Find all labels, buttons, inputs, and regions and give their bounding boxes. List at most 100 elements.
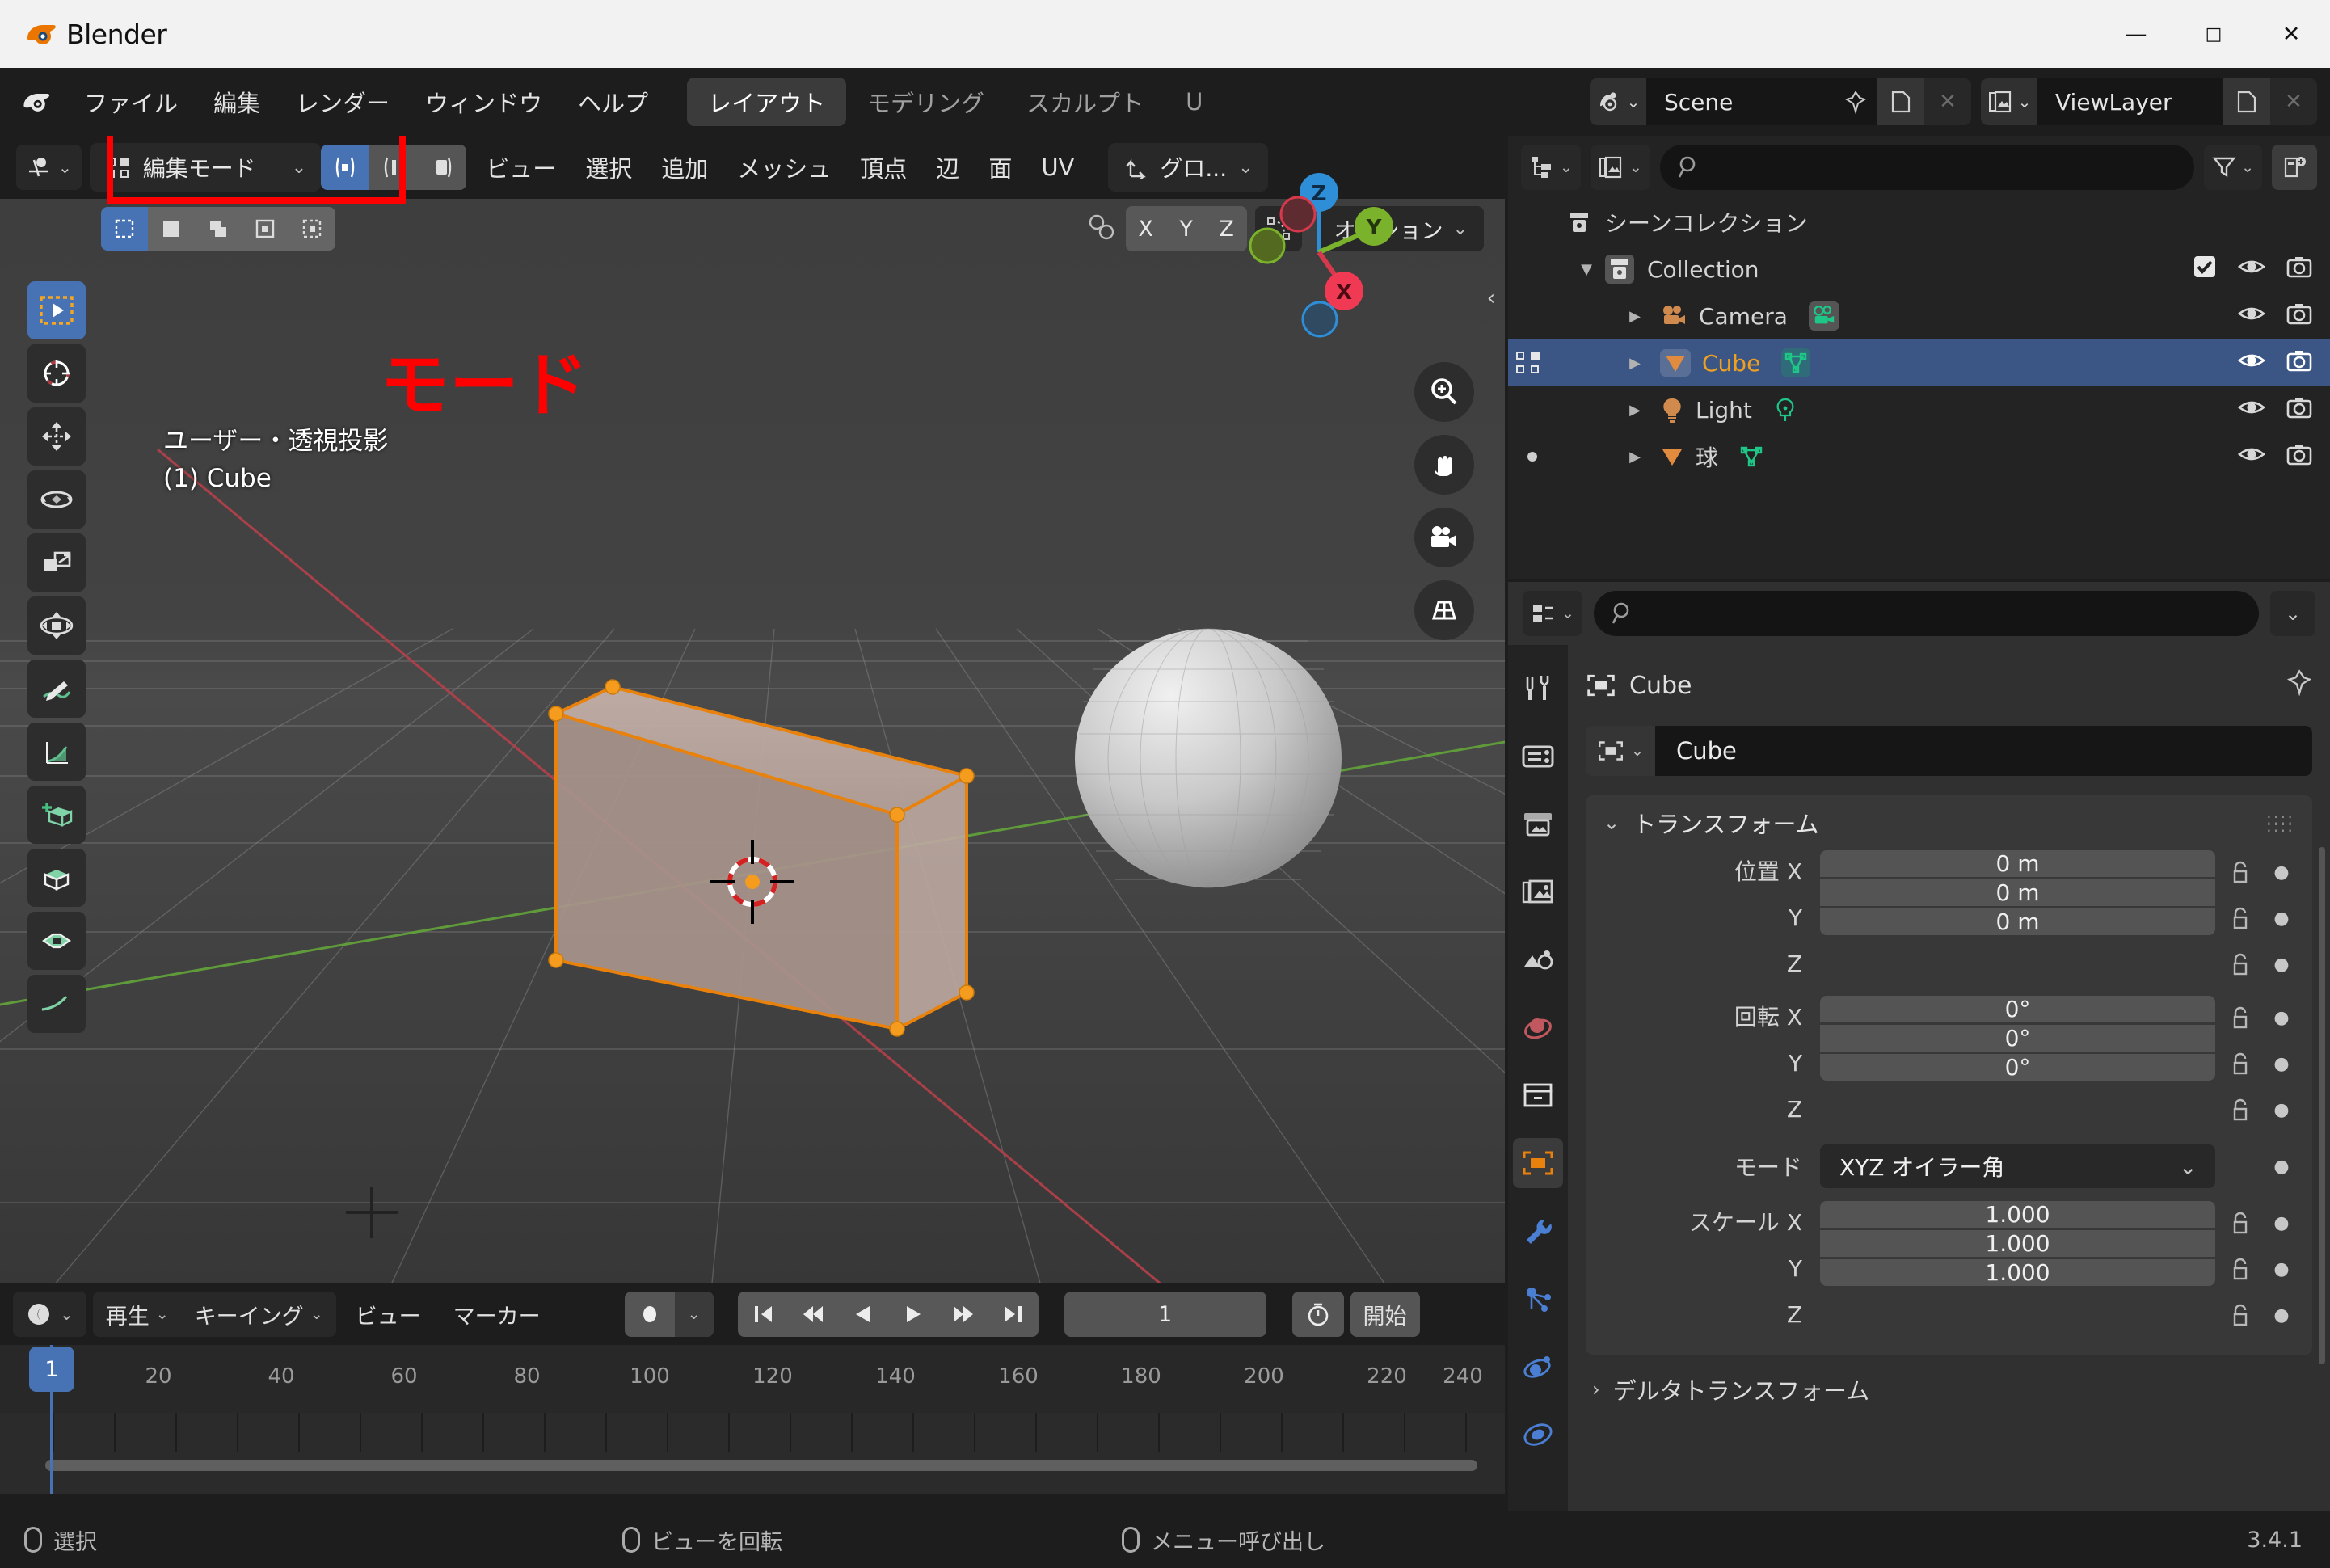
camera-data-icon[interactable] (1809, 301, 1839, 331)
tool-add-cube[interactable] (27, 786, 86, 844)
tab-view-layer[interactable] (1513, 866, 1563, 917)
camera-render-icon[interactable] (2286, 255, 2312, 285)
vp-menu-vertex[interactable]: 頂点 (845, 150, 921, 184)
tab-output[interactable] (1513, 799, 1563, 849)
face-select-button[interactable] (418, 145, 466, 190)
minimize-button[interactable]: — (2097, 0, 2175, 68)
close-button[interactable]: ✕ (2252, 0, 2330, 68)
viewlayer-new-button[interactable] (2223, 78, 2270, 125)
scale-z-field[interactable]: 1.000 (1820, 1259, 2215, 1286)
location-x-field[interactable]: 0 m (1820, 850, 2215, 877)
tool-inset-faces[interactable] (27, 912, 86, 970)
eye-icon[interactable] (2238, 442, 2265, 472)
lock-icon[interactable] (2215, 1210, 2265, 1236)
lock-icon[interactable] (2215, 1256, 2265, 1282)
scene-selector[interactable]: ⌄ Scene ✕ (1590, 78, 1971, 125)
object-type-icon[interactable]: ⌄ (1586, 726, 1655, 776)
disclosure-triangle-icon[interactable]: ▶ (1621, 355, 1649, 372)
tool-annotate[interactable] (27, 660, 86, 718)
timeline-view-menu[interactable]: ビュー (343, 1292, 434, 1337)
timeline-ruler[interactable]: 20 40 60 80 100 120 140 160 180 200 220 … (0, 1345, 1505, 1413)
viewlayer-selector[interactable]: ⌄ ViewLayer ✕ (1981, 78, 2317, 125)
viewlayer-icon[interactable]: ⌄ (1981, 78, 2037, 125)
auto-keying-options-button[interactable]: ⌄ (675, 1292, 714, 1337)
tab-tool[interactable] (1513, 663, 1563, 713)
eye-icon[interactable] (2238, 301, 2265, 331)
properties-editor-type-button[interactable]: ⌄ (1523, 591, 1582, 636)
chevron-right-icon[interactable]: › (1592, 1378, 1600, 1401)
timeline-editor[interactable]: ⌄ 再生⌄ キーイング⌄ ビュー マーカー ⌄ (0, 1283, 1505, 1511)
vp-menu-add[interactable]: 追加 (647, 150, 723, 184)
menu-file[interactable]: ファイル (66, 85, 196, 119)
zoom-view-button[interactable] (1414, 362, 1474, 422)
menu-render[interactable]: レンダー (278, 85, 407, 119)
tool-scale[interactable] (27, 533, 86, 592)
scene-delete-button[interactable]: ✕ (1924, 78, 1971, 125)
animate-property-dot-icon[interactable]: ● (2265, 1100, 2298, 1120)
viewlayer-delete-button[interactable]: ✕ (2270, 78, 2317, 125)
blender-menu-icon[interactable] (19, 86, 52, 118)
select-intersect-button[interactable] (289, 207, 335, 251)
tab-render[interactable] (1513, 731, 1563, 781)
outliner-editor-type-button[interactable]: ⌄ (1521, 145, 1581, 190)
properties-options-button[interactable]: ⌄ (2270, 591, 2315, 636)
navigation-gizmo[interactable]: Z Y X (1228, 162, 1414, 348)
play-reverse-button[interactable] (838, 1292, 888, 1337)
select-invert-button[interactable] (242, 207, 289, 251)
axis-x-button[interactable]: X (1126, 206, 1166, 251)
animate-property-dot-icon[interactable]: ● (2265, 1054, 2298, 1074)
scene-pin-icon[interactable] (1832, 78, 1877, 125)
lock-icon[interactable] (2215, 951, 2265, 977)
scene-name[interactable]: Scene (1646, 78, 1832, 125)
animate-property-dot-icon[interactable]: ● (2265, 955, 2298, 975)
tab-sculpting[interactable]: スカルプト (1005, 78, 1165, 126)
maximize-button[interactable]: □ (2175, 0, 2252, 68)
lock-icon[interactable] (2215, 1051, 2265, 1077)
tool-measure[interactable] (27, 723, 86, 781)
jump-to-prev-keyframe-button[interactable] (788, 1292, 838, 1337)
timeline-keying-menu[interactable]: キーイング⌄ (182, 1292, 336, 1337)
playhead-frame-label[interactable]: 1 (29, 1347, 74, 1392)
light-data-icon[interactable] (1773, 397, 1797, 423)
location-y-field[interactable]: 0 m (1820, 879, 2215, 906)
outliner-row-camera[interactable]: ▶ Camera (1508, 293, 2330, 339)
scene-new-button[interactable] (1877, 78, 1924, 125)
animate-property-dot-icon[interactable]: ● (2265, 908, 2298, 929)
play-button[interactable] (888, 1292, 938, 1337)
eye-icon[interactable] (2238, 255, 2265, 285)
tab-particles[interactable] (1513, 1274, 1563, 1324)
camera-render-icon[interactable] (2286, 348, 2312, 378)
scene-icon[interactable]: ⌄ (1590, 78, 1646, 125)
select-subtract-button[interactable] (195, 207, 242, 251)
tab-layout[interactable]: レイアウト (687, 78, 846, 126)
outliner-row-collection[interactable]: ▼ Collection (1508, 246, 2330, 293)
select-new-button[interactable] (101, 207, 148, 251)
mesh-data-icon[interactable] (1781, 348, 1810, 377)
3d-viewport[interactable]: ⌄ 編集モード ⌄ ビュー 選択 追加 メッシュ (0, 136, 1505, 1283)
outliner-new-collection-button[interactable] (2272, 145, 2317, 190)
collection-checkbox[interactable] (2193, 255, 2217, 285)
properties-scrollbar[interactable] (2319, 847, 2325, 1364)
proportional-edit-icon[interactable] (1085, 211, 1118, 247)
lock-icon[interactable] (2215, 1005, 2265, 1031)
outliner-row-sphere[interactable]: ▶ 球 (1508, 433, 2330, 480)
jump-to-next-keyframe-button[interactable] (938, 1292, 988, 1337)
menu-edit[interactable]: 編集 (196, 85, 278, 119)
camera-render-icon[interactable] (2286, 442, 2312, 472)
vp-menu-face[interactable]: 面 (974, 150, 1026, 184)
disclosure-triangle-icon[interactable]: ▶ (1621, 449, 1649, 466)
mesh-data-icon[interactable] (1739, 445, 1763, 469)
outliner-row-cube[interactable]: ▶ Cube (1508, 339, 2330, 386)
move-view-button[interactable] (1414, 435, 1474, 495)
delta-transform-panel-header[interactable]: › デルタトランスフォーム (1586, 1372, 2312, 1406)
outliner-row-scene-collection[interactable]: シーンコレクション (1508, 199, 2330, 246)
auto-keying-button[interactable] (625, 1292, 675, 1337)
location-z-field[interactable]: 0 m (1820, 908, 2215, 935)
vp-menu-select[interactable]: 選択 (571, 150, 647, 184)
rotation-x-field[interactable]: 0° (1820, 996, 2215, 1022)
viewlayer-name[interactable]: ViewLayer (2037, 78, 2223, 125)
tool-tweak-select-box[interactable] (27, 281, 86, 339)
eye-icon[interactable] (2238, 395, 2265, 425)
tool-move[interactable] (27, 407, 86, 466)
current-frame-field[interactable]: 1 (1064, 1292, 1266, 1337)
